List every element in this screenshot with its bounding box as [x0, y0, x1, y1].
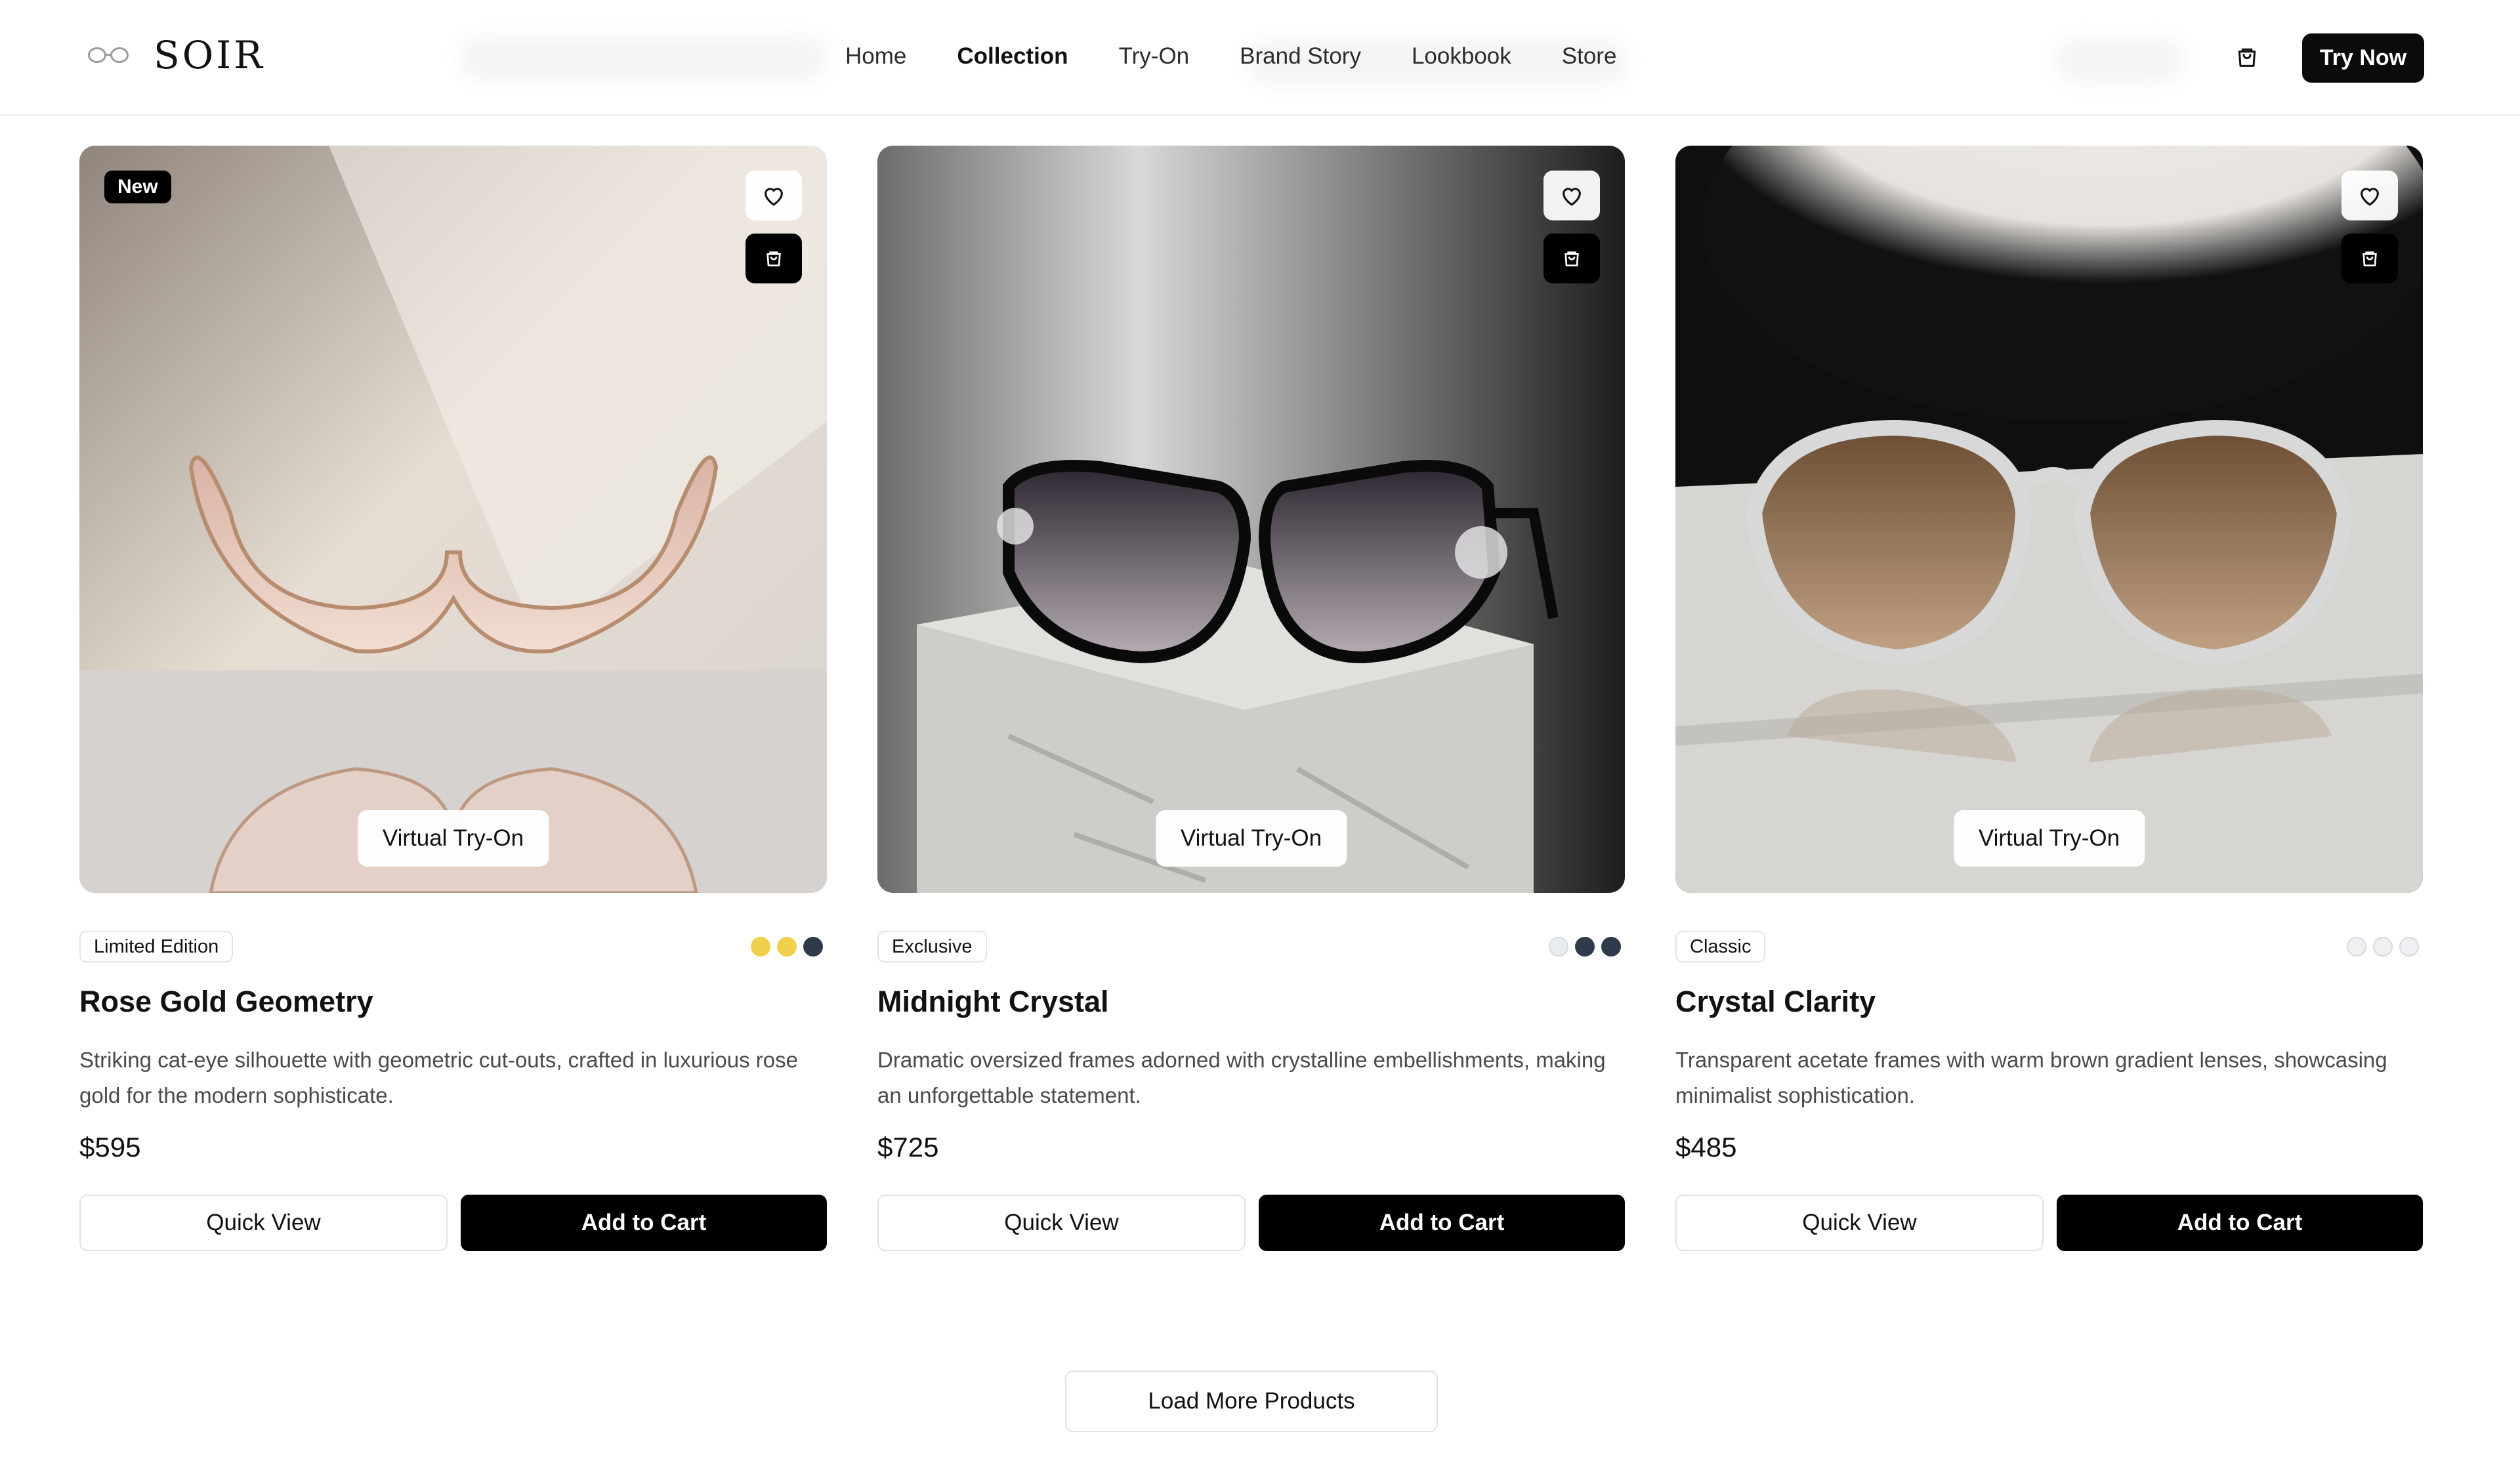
- nav-item-try-on[interactable]: Try-On: [1119, 43, 1190, 70]
- product-actions: Quick View Add to Cart: [1675, 1195, 2423, 1251]
- nav-item-store[interactable]: Store: [1562, 43, 1617, 70]
- product-meta: Exclusive: [877, 931, 1625, 962]
- shopping-bag-icon: [2362, 251, 2377, 266]
- product-meta: Classic: [1675, 931, 2423, 962]
- product-description: Striking cat-eye silhouette with geometr…: [79, 1048, 798, 1107]
- brand-logo[interactable]: SOIR: [88, 33, 265, 77]
- nav-item-home[interactable]: Home: [845, 43, 906, 70]
- color-swatch[interactable]: [1549, 937, 1568, 957]
- shopping-bag-icon: [766, 251, 781, 266]
- product-description: Dramatic oversized frames adorned with c…: [877, 1048, 1606, 1107]
- quick-view-button[interactable]: Quick View: [1675, 1195, 2044, 1251]
- product-card: New Virtual Try-On Limited Edition Rose …: [79, 146, 827, 1251]
- product-name[interactable]: Midnight Crystal: [877, 985, 1625, 1019]
- product-name[interactable]: Crystal Clarity: [1675, 985, 2423, 1019]
- product-price: $485: [1675, 1132, 1737, 1163]
- product-actions: Quick View Add to Cart: [79, 1195, 827, 1251]
- load-more-button[interactable]: Load More Products: [1065, 1370, 1438, 1432]
- product-price: $725: [877, 1132, 939, 1163]
- virtual-try-on-button[interactable]: Virtual Try-On: [357, 810, 549, 867]
- color-swatch[interactable]: [777, 937, 797, 957]
- color-swatch[interactable]: [803, 937, 823, 957]
- product-meta: Limited Edition: [79, 931, 827, 962]
- favorite-button[interactable]: [1544, 171, 1600, 220]
- product-price: $595: [79, 1132, 141, 1163]
- new-badge: New: [104, 171, 171, 203]
- add-to-cart-button[interactable]: Add to Cart: [2057, 1195, 2423, 1251]
- add-to-cart-button[interactable]: Add to Cart: [461, 1195, 827, 1251]
- collection-tag: Classic: [1675, 931, 1766, 962]
- color-swatch[interactable]: [1601, 937, 1621, 957]
- try-now-button[interactable]: Try Now: [2302, 33, 2424, 83]
- virtual-try-on-button[interactable]: Virtual Try-On: [1953, 810, 2145, 867]
- favorite-button[interactable]: [746, 171, 802, 220]
- product-image[interactable]: New Virtual Try-On: [79, 146, 827, 893]
- product-card: Virtual Try-On Exclusive Midnight Crysta…: [877, 146, 1625, 1251]
- product-description: Transparent acetate frames with warm bro…: [1675, 1048, 2387, 1107]
- heart-icon: [2361, 188, 2379, 206]
- product-actions: Quick View Add to Cart: [877, 1195, 1625, 1251]
- product-photo-midnight-crystal: [877, 146, 1625, 893]
- color-swatch[interactable]: [1575, 937, 1595, 957]
- product-grid: New Virtual Try-On Limited Edition Rose …: [79, 146, 2424, 1251]
- nav-item-lookbook[interactable]: Lookbook: [1412, 43, 1511, 70]
- color-swatch[interactable]: [2399, 937, 2419, 957]
- collection-tag: Exclusive: [877, 931, 987, 962]
- quick-view-button[interactable]: Quick View: [877, 1195, 1246, 1251]
- brand-name: SOIR: [154, 33, 265, 77]
- product-name[interactable]: Rose Gold Geometry: [79, 985, 827, 1019]
- product-card: Virtual Try-On Classic Crystal Clarity T…: [1675, 146, 2423, 1251]
- nav-item-collection[interactable]: Collection: [957, 43, 1068, 70]
- header-blur-decoration: [459, 35, 827, 81]
- favorite-button[interactable]: [2342, 171, 2398, 220]
- color-swatch[interactable]: [2347, 937, 2366, 957]
- main-nav: Home Collection Try-On Brand Story Lookb…: [845, 43, 1616, 70]
- product-image[interactable]: Virtual Try-On: [877, 146, 1625, 893]
- color-swatches: [2347, 937, 2419, 957]
- site-header: SOIR Home Collection Try-On Brand Story …: [0, 0, 2520, 115]
- collection-tag: Limited Edition: [79, 931, 234, 962]
- add-to-cart-button[interactable]: Add to Cart: [1259, 1195, 1625, 1251]
- shopping-bag-icon: [1564, 251, 1579, 266]
- product-photo-rose-gold: [79, 146, 827, 893]
- product-image[interactable]: Virtual Try-On: [1675, 146, 2423, 893]
- heart-icon: [1563, 188, 1581, 206]
- header-blur-decoration: [2054, 38, 2185, 84]
- color-swatch[interactable]: [2373, 937, 2393, 957]
- nav-item-brand-story[interactable]: Brand Story: [1240, 43, 1361, 70]
- virtual-try-on-button[interactable]: Virtual Try-On: [1155, 810, 1347, 867]
- quick-add-bag-button[interactable]: [746, 234, 802, 283]
- quick-add-bag-button[interactable]: [2342, 234, 2398, 283]
- color-swatches: [751, 937, 823, 957]
- quick-add-bag-button[interactable]: [1544, 234, 1600, 283]
- glasses-logo-icon: [88, 45, 131, 65]
- quick-view-button[interactable]: Quick View: [79, 1195, 448, 1251]
- color-swatches: [1549, 937, 1621, 957]
- heart-icon: [765, 188, 783, 206]
- product-photo-crystal-clarity: [1675, 146, 2423, 893]
- color-swatch[interactable]: [751, 937, 770, 957]
- shopping-bag-icon[interactable]: [2234, 43, 2260, 71]
